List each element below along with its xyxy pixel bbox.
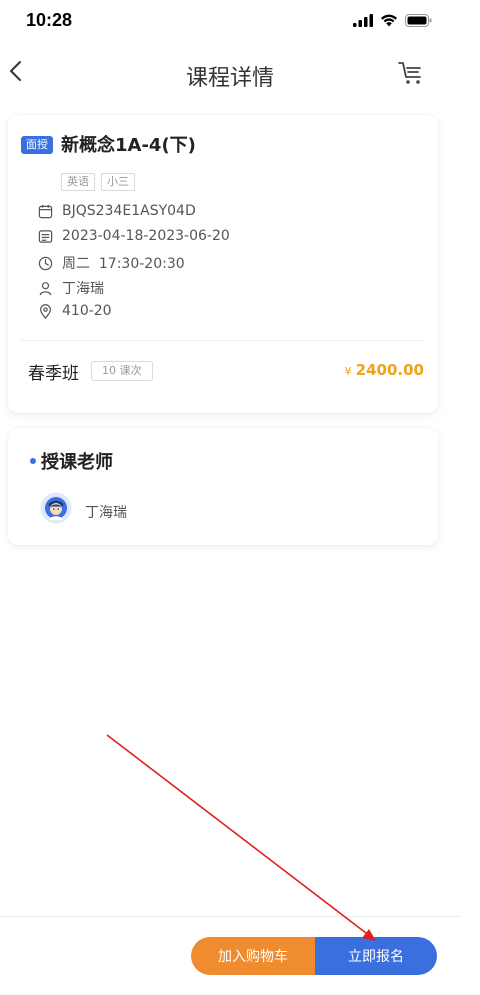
course-tags: 英语 小三 bbox=[61, 173, 135, 191]
teacher-avatar[interactable] bbox=[40, 492, 72, 524]
course-detail-page: 10:28 课程详情 面授 新概念1A-4(下) 英语 小三 BJQS234E1… bbox=[0, 0, 460, 995]
date-range-row: 2023-04-18-2023-06-20 bbox=[38, 228, 230, 244]
instructor-name: 丁海瑞 bbox=[62, 281, 104, 297]
teacher-card: 授课老师 丁海瑞 bbox=[8, 428, 438, 545]
price-value: 2400.00 bbox=[355, 361, 424, 379]
calendar-icon bbox=[38, 204, 53, 218]
lesson-count-badge: 10 课次 bbox=[91, 361, 153, 381]
grade-tag: 小三 bbox=[101, 173, 135, 191]
status-bar: 10:28 bbox=[0, 0, 460, 44]
clock-icon bbox=[38, 256, 53, 270]
term-label: 春季班 bbox=[28, 364, 79, 384]
person-icon bbox=[39, 281, 52, 295]
status-icons bbox=[353, 14, 432, 27]
location-icon bbox=[40, 303, 51, 319]
schedule: 周二 17:30-20:30 bbox=[62, 256, 185, 272]
location-row: 410-20 bbox=[38, 303, 112, 319]
instructor-row: 丁海瑞 bbox=[38, 278, 104, 298]
teacher-section-title: 授课老师 bbox=[41, 452, 113, 473]
shopping-cart-icon bbox=[398, 62, 421, 84]
course-code-row: BJQS234E1ASY04D bbox=[38, 203, 196, 219]
classroom: 410-20 bbox=[62, 303, 112, 319]
wifi-icon bbox=[381, 14, 397, 27]
course-title: 新概念1A-4(下) bbox=[61, 135, 196, 156]
course-price: ¥2400.00 bbox=[345, 361, 424, 379]
bottom-bar-divider bbox=[0, 916, 460, 917]
divider bbox=[21, 340, 425, 341]
nav-bar: 课程详情 bbox=[0, 44, 460, 100]
date-range-icon bbox=[38, 229, 53, 243]
date-range: 2023-04-18-2023-06-20 bbox=[62, 228, 230, 244]
cart-button[interactable] bbox=[396, 58, 426, 88]
teaching-mode-badge: 面授 bbox=[21, 136, 53, 154]
status-time: 10:28 bbox=[26, 10, 73, 30]
currency-symbol: ¥ bbox=[344, 365, 352, 378]
page-title: 课程详情 bbox=[185, 66, 274, 91]
schedule-row: 周二 17:30-20:30 bbox=[38, 253, 185, 273]
add-to-cart-button[interactable]: 加入购物车 bbox=[191, 937, 315, 975]
enroll-now-button[interactable]: 立即报名 bbox=[315, 937, 437, 975]
battery-icon bbox=[405, 14, 432, 27]
cellular-signal-icon bbox=[353, 14, 373, 27]
teacher-name[interactable]: 丁海瑞 bbox=[85, 502, 127, 522]
course-card: 面授 新概念1A-4(下) 英语 小三 BJQS234E1ASY04D 2023… bbox=[8, 115, 438, 413]
section-dot bbox=[30, 458, 36, 464]
course-code: BJQS234E1ASY04D bbox=[62, 203, 196, 219]
subject-tag: 英语 bbox=[61, 173, 95, 191]
